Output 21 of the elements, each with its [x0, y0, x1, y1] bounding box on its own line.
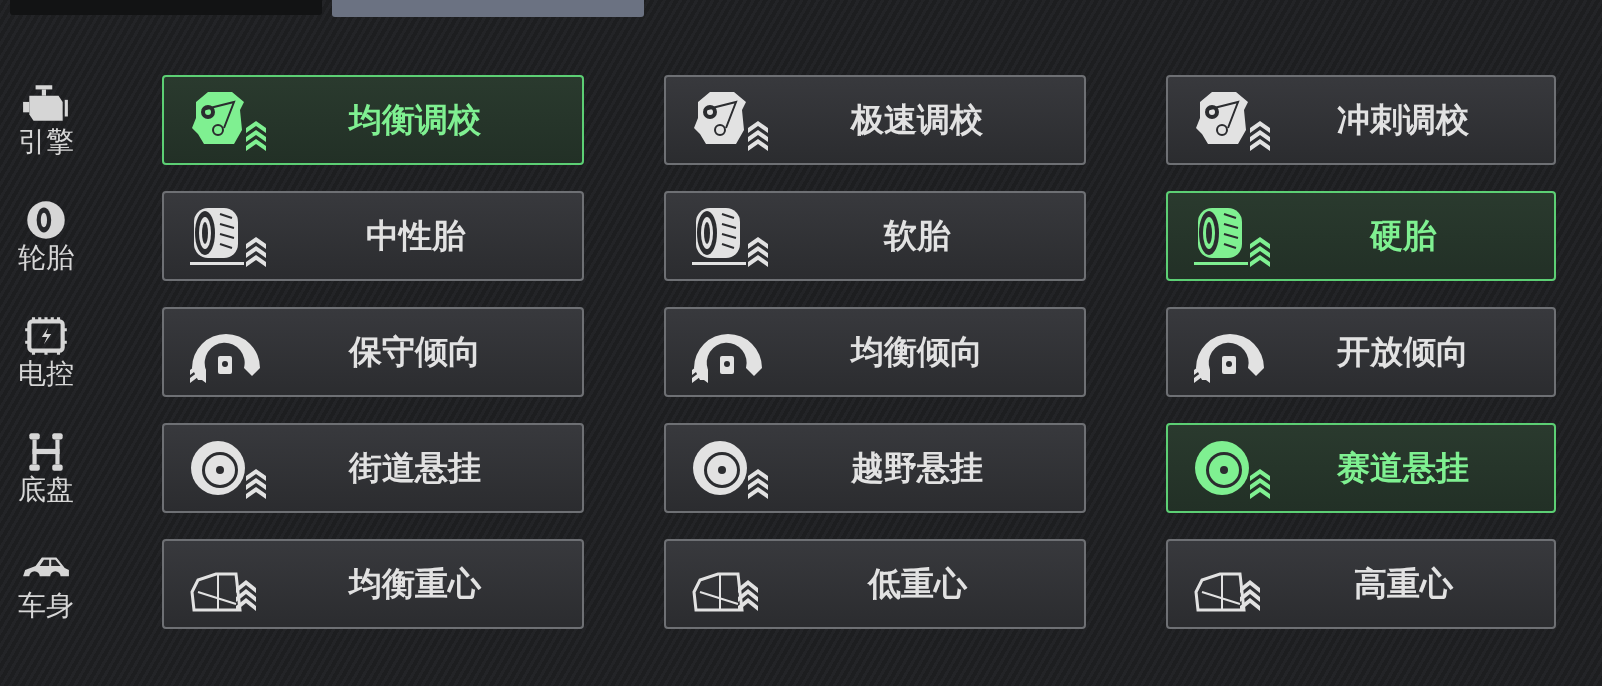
tab[interactable] — [332, 0, 644, 17]
option-button[interactable]: 均衡重心 — [162, 539, 584, 629]
option-button[interactable]: 赛道悬挂 — [1166, 423, 1556, 513]
option-button[interactable]: 软胎 — [664, 191, 1086, 281]
category-label: 底盘 — [18, 474, 74, 506]
option-button[interactable]: 极速调校 — [664, 75, 1086, 165]
option-button[interactable]: 越野悬挂 — [664, 423, 1086, 513]
category-label: 轮胎 — [18, 242, 74, 274]
option-button[interactable]: 保守倾向 — [162, 307, 584, 397]
option-button[interactable]: 均衡调校 — [162, 75, 584, 165]
option-button[interactable]: 街道悬挂 — [162, 423, 584, 513]
option-button[interactable]: 硬胎 — [1166, 191, 1556, 281]
category-label: 引擎 — [18, 126, 74, 158]
option-button[interactable]: 中性胎 — [162, 191, 584, 281]
category-label: 电控 — [18, 358, 74, 390]
option-button[interactable]: 高重心 — [1166, 539, 1556, 629]
option-button[interactable]: 均衡倾向 — [664, 307, 1086, 397]
option-button[interactable]: 开放倾向 — [1166, 307, 1556, 397]
option-button[interactable]: 冲刺调校 — [1166, 75, 1556, 165]
category-label: 车身 — [18, 590, 74, 622]
option-button[interactable]: 低重心 — [664, 539, 1086, 629]
